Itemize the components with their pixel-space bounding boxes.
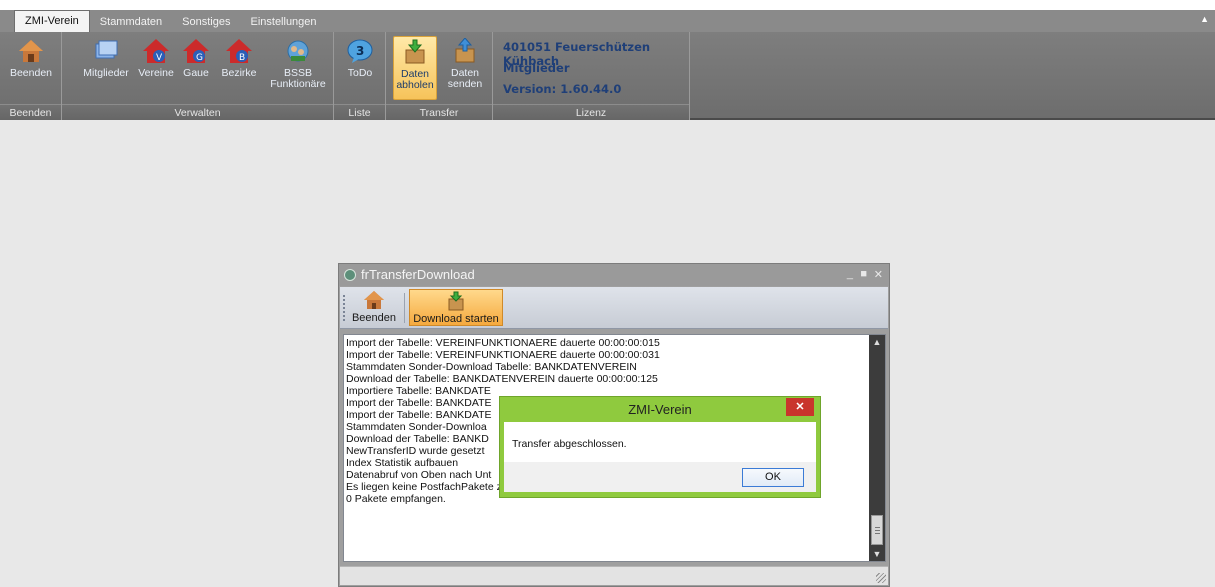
beenden-button-label: Beenden (9, 67, 53, 79)
group-label-liste: Liste (334, 104, 385, 120)
window-toolbar: Beenden Download starten (340, 287, 888, 329)
group-verwalten: Mitglieder V Vereine G Gaue B Bezirke BS… (62, 32, 334, 120)
todo-button-label: ToDo (347, 67, 373, 79)
message-box-close-icon[interactable]: ✕ (786, 398, 814, 416)
license-module: Mitglieder (503, 61, 570, 75)
message-box-body: Transfer abgeschlossen. (504, 422, 816, 462)
tab-zmi-verein[interactable]: ZMI-Verein (14, 10, 90, 32)
tab-sonstiges[interactable]: Sonstiges (172, 12, 240, 32)
group-beenden: Beenden Beenden (0, 32, 62, 120)
daten-abholen-label-2: abholen (396, 79, 434, 91)
scroll-thumb[interactable] (871, 515, 883, 545)
scroll-down-icon[interactable]: ▼ (869, 547, 885, 561)
svg-text:V: V (156, 53, 163, 63)
close-icon[interactable]: ✕ (874, 268, 883, 281)
message-box-titlebar[interactable]: ZMI-Verein ✕ (500, 397, 820, 421)
log-line: Import der Tabelle: VEREINFUNKTIONAERE d… (346, 337, 660, 349)
ok-button[interactable]: OK (742, 468, 804, 487)
globe-people-icon (287, 40, 309, 62)
maximize-icon[interactable]: ■ (860, 268, 867, 280)
bssb-funktionaere-button[interactable]: BSSB Funktionäre (268, 36, 328, 90)
group-transfer: Daten abholen Daten senden Transfer (386, 32, 493, 120)
dialog-beenden-label: Beenden (351, 312, 397, 324)
top-strip (0, 0, 1215, 10)
gaue-button[interactable]: G Gaue (178, 36, 214, 79)
tab-einstellungen[interactable]: Einstellungen (240, 12, 326, 32)
log-line: Stammdaten Sonder-Download Tabelle: BANK… (346, 361, 637, 373)
toolbar-grip[interactable] (343, 295, 346, 321)
vereine-button-label: Vereine (138, 67, 174, 79)
group-label-transfer: Transfer (386, 104, 492, 120)
box-download-icon (405, 39, 425, 64)
app-icon (344, 269, 356, 281)
minimize-icon[interactable]: _ (847, 268, 853, 280)
window-titlebar[interactable]: frTransferDownload _ ■ ✕ (339, 264, 889, 286)
message-box-footer: OK (504, 462, 816, 492)
beenden-button[interactable]: Beenden (8, 36, 54, 79)
daten-abholen-button[interactable]: Daten abholen (393, 36, 437, 100)
house-v-icon: V (143, 39, 169, 63)
group-liste: 3 ToDo Liste (334, 32, 386, 120)
ribbon-collapse-icon[interactable]: ▲ (1200, 14, 1209, 24)
todo-bubble-icon: 3 (347, 39, 373, 63)
house-icon (364, 291, 384, 309)
todo-button[interactable]: 3 ToDo (338, 36, 382, 79)
license-version: Version: 1.60.44.0 (503, 82, 622, 96)
tab-stammdaten[interactable]: Stammdaten (90, 12, 172, 32)
vereine-button[interactable]: V Vereine (136, 36, 176, 79)
box-download-icon (448, 291, 464, 311)
gaue-button-label: Gaue (183, 67, 209, 79)
bssb-label-2: Funktionäre (270, 78, 326, 90)
svg-text:G: G (196, 53, 203, 63)
todo-badge: 3 (356, 44, 364, 58)
group-label-beenden: Beenden (0, 104, 61, 120)
resize-grip-icon[interactable] (876, 573, 886, 583)
house-g-icon: G (183, 39, 209, 63)
house-b-icon: B (226, 39, 252, 63)
download-starten-button[interactable]: Download starten (409, 289, 503, 326)
log-line: Import der Tabelle: VEREINFUNKTIONAERE d… (346, 349, 660, 361)
mitglieder-button[interactable]: Mitglieder (80, 36, 132, 79)
message-text: Transfer abgeschlossen. (512, 438, 627, 450)
download-starten-label: Download starten (413, 313, 499, 325)
house-icon (19, 40, 43, 62)
bezirke-button-label: Bezirke (221, 67, 257, 79)
log-scrollbar[interactable]: ▲ ▼ (869, 335, 885, 561)
window-title: frTransferDownload (361, 267, 475, 282)
ribbon: Beenden Beenden Mitglieder V Vereine G G… (0, 32, 1215, 120)
scroll-up-icon[interactable]: ▲ (869, 335, 885, 349)
message-box-title: ZMI-Verein (628, 402, 692, 417)
group-label-verwalten: Verwalten (62, 104, 333, 120)
daten-senden-label-2: senden (447, 78, 483, 90)
svg-text:B: B (239, 53, 245, 63)
mitglieder-button-label: Mitglieder (83, 67, 129, 79)
bezirke-button[interactable]: B Bezirke (218, 36, 260, 79)
box-upload-icon (455, 38, 475, 63)
cards-icon (95, 40, 118, 59)
message-box: ZMI-Verein ✕ Transfer abgeschlossen. OK (499, 396, 821, 498)
window-statusbar (340, 566, 888, 585)
daten-senden-button[interactable]: Daten senden (442, 36, 488, 90)
log-line: Download der Tabelle: BANKDATENVEREIN da… (346, 373, 658, 385)
group-label-lizenz: Lizenz (493, 104, 689, 120)
dialog-beenden-button[interactable]: Beenden (350, 289, 398, 326)
group-lizenz: 401051 Feuerschützen Kühbach Mitglieder … (493, 32, 690, 120)
ribbon-tabbar: ZMI-Verein Stammdaten Sonstiges Einstell… (0, 10, 1215, 32)
toolbar-separator (404, 293, 405, 323)
